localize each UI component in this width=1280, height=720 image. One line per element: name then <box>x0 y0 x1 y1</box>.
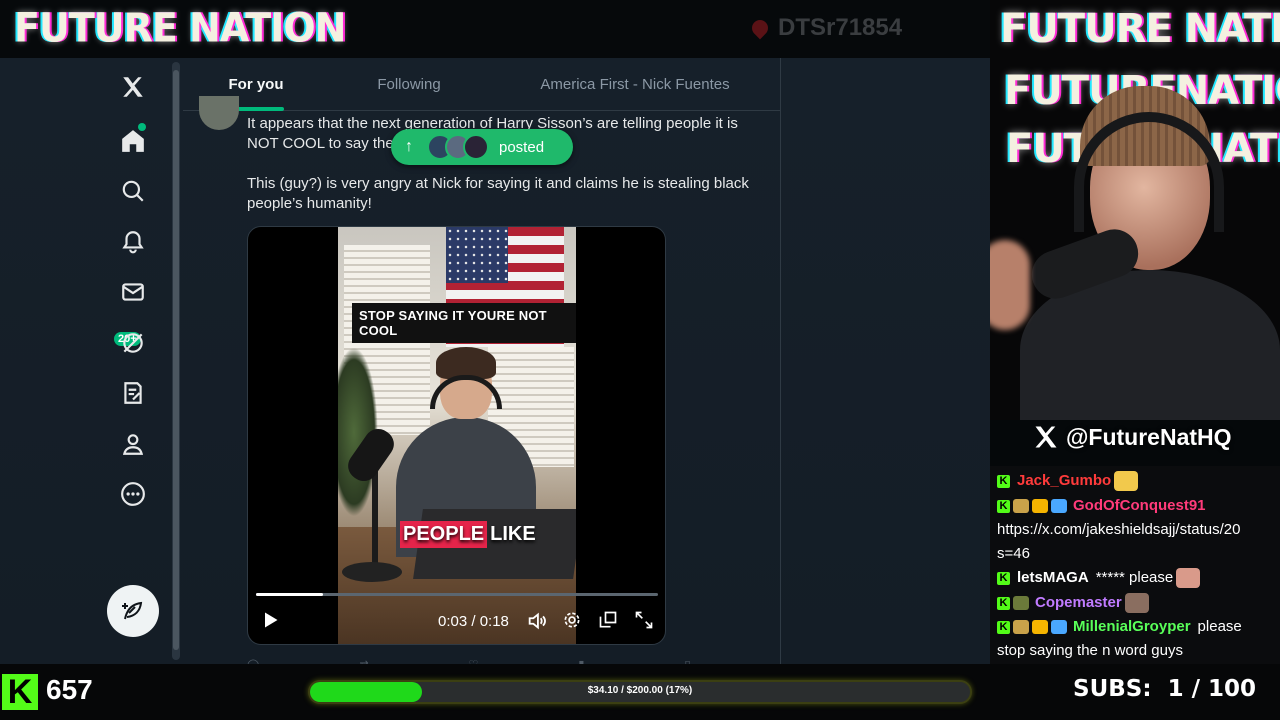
chat-text: please <box>1197 618 1242 635</box>
lists-icon[interactable] <box>113 373 153 413</box>
chat-text[interactable]: https://x.com/jakeshieldsajj/status/20 <box>997 518 1240 542</box>
handle-text: @FutureNatHQ <box>1066 423 1232 450</box>
tab-label: For you <box>228 76 284 93</box>
notifications-bell-icon[interactable] <box>113 222 153 262</box>
crown-badge-icon <box>1032 499 1048 513</box>
timeline: For you Following America First - Nick F… <box>183 58 781 664</box>
post-author-avatar[interactable] <box>199 96 239 130</box>
volume-icon[interactable] <box>526 610 548 632</box>
chat-username[interactable]: Jack_Gumbo <box>1017 469 1111 493</box>
subs-label: SUBS: <box>1073 676 1152 702</box>
x-logo-icon <box>1035 426 1057 448</box>
timeline-tabs: For you Following America First - Nick F… <box>183 58 781 111</box>
kick-badge-icon: K <box>997 620 1010 634</box>
soldier-badge-icon <box>1013 596 1029 610</box>
chat-username[interactable]: GodOfConquest91 <box>1073 494 1206 518</box>
settings-gear-icon[interactable] <box>562 610 582 630</box>
stream-screen: FUTURE NATION DTSr71854 20+ For you Foll… <box>0 0 1280 720</box>
chat-message: K Copemaster <box>997 591 1149 615</box>
video-caption-bottom: PEOPLE LIKE <box>400 521 539 548</box>
home-icon[interactable] <box>113 121 153 161</box>
sword-badge-icon <box>1051 499 1067 513</box>
nav-scrollbar-thumb[interactable] <box>173 70 179 650</box>
chat-message: https://x.com/jakeshieldsajj/status/20 <box>997 518 1240 542</box>
subs-counter: SUBS: 1 / 100 <box>1073 676 1256 702</box>
chat-message: stop saying the n word guys <box>997 639 1183 663</box>
chat-message: K GodOfConquest91 <box>997 494 1206 518</box>
chat-text: ***** please <box>1095 569 1174 586</box>
video-frame: STOP SAYING IT YOURE NOT COOL PEOPLE LIK… <box>338 227 576 644</box>
video-player[interactable]: STOP SAYING IT YOURE NOT COOL PEOPLE LIK… <box>247 226 666 645</box>
viewer-count: 657 <box>46 674 93 705</box>
tab-america-first[interactable]: America First - Nick Fuentes <box>489 58 781 111</box>
tab-label: America First - Nick Fuentes <box>540 76 730 93</box>
laughing-emote-icon <box>1114 471 1139 491</box>
tab-following[interactable]: Following <box>329 58 489 111</box>
play-icon[interactable] <box>260 610 280 630</box>
search-icon[interactable] <box>113 171 153 211</box>
arrow-up-icon: ↑ <box>405 138 413 155</box>
chat-message: K MillenialGroyper please <box>997 615 1242 639</box>
crown-badge-icon <box>1032 620 1048 634</box>
picture-in-picture-icon[interactable] <box>598 610 618 630</box>
chat-username[interactable]: Copemaster <box>1035 591 1122 615</box>
kick-badge-icon: K <box>997 571 1010 585</box>
kick-badge-icon: K <box>997 499 1010 513</box>
sidebar-nav: 20+ <box>0 58 180 664</box>
banner-title: FUTURE NATION <box>14 4 346 52</box>
kick-logo-icon: K <box>2 674 38 710</box>
chat-message: K Jack_Gumbo <box>997 469 1139 493</box>
new-posts-label: posted <box>499 138 545 156</box>
donation-goal-text: $34.10 / $200.00 (17%) <box>587 685 693 696</box>
chat-username[interactable]: letsMAGA <box>1017 566 1089 590</box>
post-text-line: This (guy?) is very angry at Nick for sa… <box>247 175 749 192</box>
subscriber-badge-icon <box>1013 620 1029 634</box>
kick-badge-icon: K <box>997 596 1010 610</box>
video-progress-fill <box>256 593 323 596</box>
messages-icon[interactable] <box>113 272 153 312</box>
post-compose-icon <box>122 601 143 620</box>
poster-avatar <box>463 134 489 160</box>
more-icon[interactable] <box>113 474 153 514</box>
kick-badge-icon: K <box>997 474 1010 488</box>
emote-icon <box>1176 568 1201 588</box>
social-handle: @FutureNatHQ <box>1032 423 1232 451</box>
subscriber-badge-icon <box>1013 499 1029 513</box>
heart-icon <box>748 16 772 40</box>
banner-follower: DTSr71854 <box>748 14 903 42</box>
chat-message: s=46 <box>997 542 1030 566</box>
neon-sign-text: FUTURE NATION <box>1000 6 1280 52</box>
stream-banner: FUTURE NATION DTSr71854 <box>0 0 990 58</box>
new-posts-pill[interactable]: ↑ posted <box>391 129 573 165</box>
sword-badge-icon <box>1051 620 1067 634</box>
profile-icon[interactable] <box>113 424 153 464</box>
home-notification-dot <box>138 123 146 131</box>
x-logo-icon[interactable] <box>113 67 153 107</box>
chat-text: s=46 <box>997 545 1030 562</box>
video-time: 0:03 / 0:18 <box>438 613 509 630</box>
x-app-window: 20+ For you Following America First - Ni… <box>0 58 990 664</box>
subs-value: 1 / 100 <box>1167 676 1256 702</box>
post-text-line: people’s humanity! <box>247 195 372 212</box>
compose-post-button[interactable] <box>107 585 159 637</box>
webcam-feed: FUTURE NATION FUTURENATION FUTURE NATION <box>990 0 1280 420</box>
fullscreen-icon[interactable] <box>634 610 654 630</box>
video-caption-top: STOP SAYING IT YOURE NOT COOL <box>352 303 576 343</box>
tab-label: Following <box>377 76 441 93</box>
chat-text: stop saying the n word guys <box>997 642 1183 659</box>
chat-username[interactable]: MillenialGroyper <box>1073 615 1191 639</box>
banner-user-name: DTSr71854 <box>778 14 903 41</box>
chat-panel: K Jack_Gumbo K GodOfConquest91 https://x… <box>990 466 1280 664</box>
emote-icon <box>1124 593 1149 613</box>
chat-message: K letsMAGA ***** please <box>997 566 1201 590</box>
grok-icon[interactable] <box>113 323 153 363</box>
